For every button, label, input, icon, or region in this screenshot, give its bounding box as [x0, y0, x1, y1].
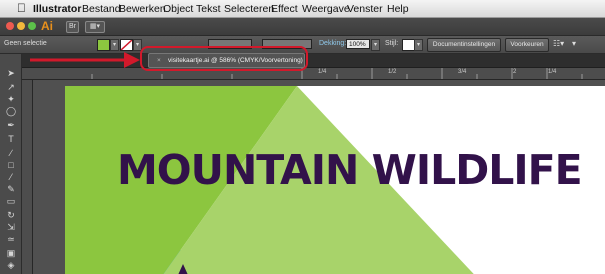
eraser-tool-icon[interactable]: ▭ — [6, 196, 16, 206]
selection-status: Geen selectie — [4, 40, 47, 47]
tools-panel: ➤ ↗ ✦ ◯ ✒ T ∕ □ ⁄ ✎ ▭ ↻ ⇲ ≃ ▣ ◈ — [0, 54, 22, 274]
scale-tool-icon[interactable]: ⇲ — [6, 222, 16, 232]
opacity-label[interactable]: Dekking: — [319, 40, 346, 47]
selection-tool-icon[interactable]: ➤ — [6, 68, 16, 78]
style-label: Stijl: — [385, 40, 399, 47]
rectangle-tool-icon[interactable]: □ — [6, 160, 16, 170]
menu-bestand[interactable]: Bestand — [82, 3, 121, 15]
pen-tool-icon[interactable]: ✒ — [6, 120, 16, 130]
document-settings-button[interactable]: Documentinstellingen — [427, 38, 501, 52]
highlight-box — [140, 46, 308, 71]
menu-bewerken[interactable]: Bewerken — [119, 3, 166, 15]
minimize-window-icon[interactable] — [17, 22, 25, 30]
paintbrush-tool-icon[interactable]: ⁄ — [6, 172, 16, 182]
pencil-tool-icon[interactable]: ✎ — [6, 184, 16, 194]
menu-tekst[interactable]: Tekst — [196, 3, 221, 15]
canvas-area[interactable]: MOUNTAIN WILDLIFE — [33, 80, 605, 274]
pointer-arrow-icon — [30, 52, 140, 68]
opacity-dropdown-icon[interactable]: ▾ — [371, 39, 380, 51]
type-tool-icon[interactable]: T — [6, 134, 16, 144]
close-window-icon[interactable] — [6, 22, 14, 30]
opacity-field[interactable]: 100% — [346, 39, 370, 49]
preferences-button[interactable]: Voorkeuren — [505, 38, 549, 52]
menu-help[interactable]: Help — [387, 3, 409, 15]
line-tool-icon[interactable]: ∕ — [6, 148, 16, 158]
menu-venster[interactable]: Venster — [347, 3, 383, 15]
menu-selecteren[interactable]: Selecteren — [224, 3, 274, 15]
bridge-icon[interactable]: Br — [66, 21, 79, 33]
shape-builder-tool-icon[interactable]: ◈ — [6, 260, 16, 270]
width-tool-icon[interactable]: ≃ — [6, 234, 16, 244]
application-bar: Ai Br ▦▾ — [0, 18, 605, 36]
vertical-ruler[interactable] — [22, 80, 33, 274]
lasso-tool-icon[interactable]: ◯ — [6, 106, 16, 116]
menu-weergave[interactable]: Weergave — [302, 3, 350, 15]
artwork-headline[interactable]: MOUNTAIN WILDLIFE — [117, 146, 583, 194]
menu-object[interactable]: Object — [163, 3, 193, 15]
menu-effect[interactable]: Effect — [271, 3, 298, 15]
zoom-window-icon[interactable] — [28, 22, 36, 30]
magic-wand-tool-icon[interactable]: ✦ — [6, 94, 16, 104]
apple-menu-icon[interactable]:  — [17, 1, 26, 15]
style-dropdown-icon[interactable]: ▾ — [414, 39, 423, 51]
system-menubar:  Illustrator Bestand Bewerken Object Te… — [0, 0, 605, 18]
panel-menu-icon[interactable]: ▾ — [572, 39, 576, 48]
arrange-documents-icon[interactable]: ▦▾ — [85, 21, 105, 33]
menu-app-name[interactable]: Illustrator — [33, 3, 81, 15]
arrange-panel-icon[interactable]: ☷▾ — [553, 39, 564, 48]
rotate-tool-icon[interactable]: ↻ — [6, 210, 16, 220]
free-transform-tool-icon[interactable]: ▣ — [6, 248, 16, 258]
direct-selection-tool-icon[interactable]: ↗ — [6, 82, 16, 92]
artboard[interactable]: MOUNTAIN WILDLIFE — [65, 86, 605, 274]
illustrator-logo: Ai — [41, 19, 53, 33]
